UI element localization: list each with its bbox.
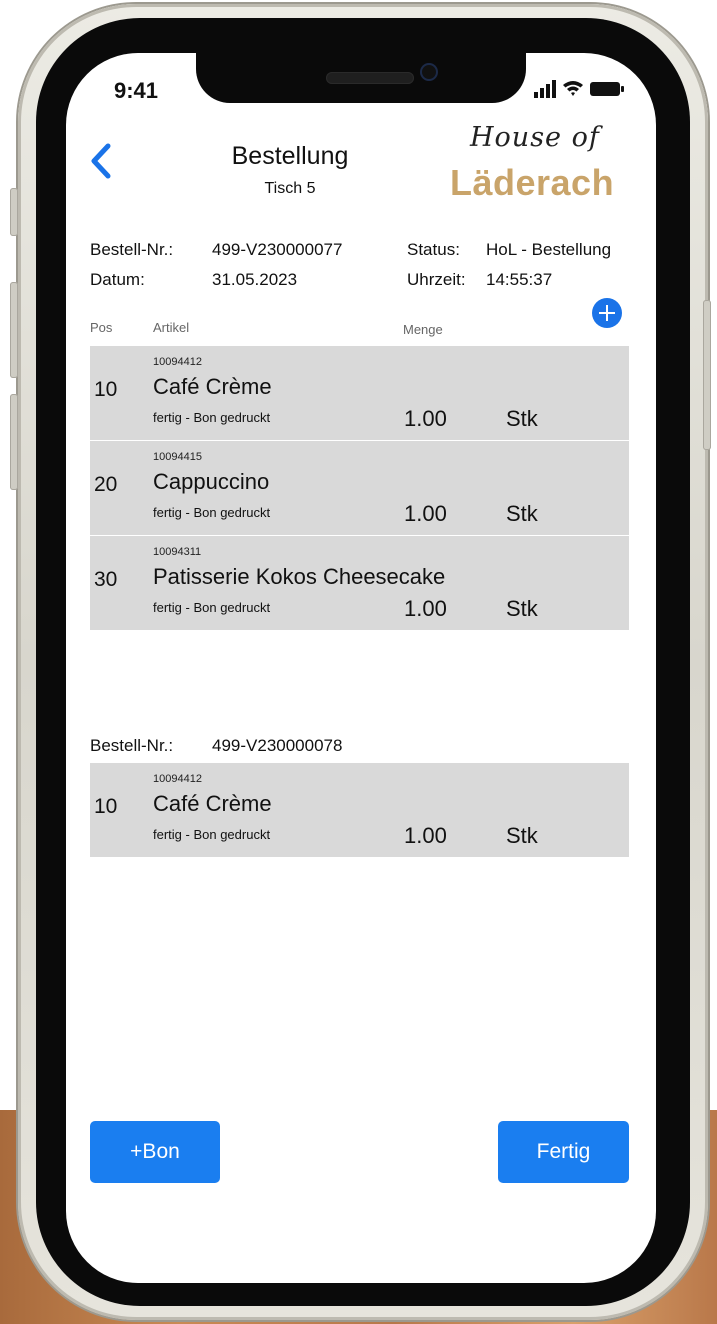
- signal-icon: [534, 80, 556, 98]
- item-quantity: 1.00: [404, 501, 447, 526]
- page-subtitle: Tisch 5: [264, 180, 316, 197]
- speaker: [326, 72, 414, 84]
- item-position: 20: [94, 473, 118, 496]
- volume-down-button: [10, 394, 18, 490]
- item-state: fertig - Bon gedruckt: [153, 410, 271, 425]
- back-button[interactable]: [86, 140, 116, 182]
- done-button[interactable]: Fertig: [498, 1121, 629, 1183]
- item-code: 10094412: [153, 356, 202, 368]
- item-unit: Stk: [506, 823, 538, 848]
- time-label: Uhrzeit:: [407, 270, 466, 289]
- logo-line2: Läderach: [450, 162, 615, 203]
- page-title: Bestellung: [231, 142, 349, 170]
- chevron-left-icon: [91, 143, 111, 179]
- item-name: Cappuccino: [153, 469, 270, 494]
- item-quantity: 1.00: [404, 823, 447, 848]
- order-item-row[interactable]: 20 10094415 Cappuccino fertig - Bon gedr…: [90, 441, 629, 535]
- order-number: 499-V230000077: [212, 240, 343, 259]
- status-time: 9:41: [114, 78, 159, 103]
- power-button: [703, 300, 711, 450]
- item-state: fertig - Bon gedruckt: [153, 600, 271, 615]
- item-position: 10: [94, 795, 118, 818]
- column-header-pos: Pos: [90, 320, 113, 335]
- status-value: HoL - Bestellung: [486, 240, 612, 259]
- item-state: fertig - Bon gedruckt: [153, 505, 271, 520]
- item-unit: Stk: [506, 501, 538, 526]
- item-state: fertig - Bon gedruckt: [153, 827, 271, 842]
- front-camera: [420, 63, 438, 81]
- item-name: Café Crème: [153, 791, 272, 816]
- item-name: Patisserie Kokos Cheesecake: [153, 564, 446, 589]
- status-icons: [534, 80, 624, 98]
- order2-number: 499-V230000078: [212, 736, 343, 755]
- item-code: 10094311: [153, 546, 202, 558]
- wifi-icon: [563, 81, 583, 96]
- item-unit: Stk: [506, 596, 538, 621]
- column-header-menge: Menge: [403, 322, 443, 337]
- item-quantity: 1.00: [404, 406, 447, 431]
- item-position: 30: [94, 568, 118, 591]
- time-value: 14:55:37: [486, 270, 553, 289]
- item-code: 10094412: [153, 773, 202, 785]
- order-item-row[interactable]: 10 10094412 Café Crème fertig - Bon gedr…: [90, 346, 629, 440]
- column-header-artikel: Artikel: [153, 320, 190, 335]
- order-item-row[interactable]: 30 10094311 Patisserie Kokos Cheesecake …: [90, 536, 629, 630]
- status-label: Status:: [407, 240, 460, 259]
- add-item-button[interactable]: [592, 298, 622, 328]
- mute-switch: [10, 188, 18, 236]
- date-value: 31.05.2023: [212, 270, 298, 289]
- logo-line1: House of: [470, 122, 600, 153]
- item-name: Café Crème: [153, 374, 272, 399]
- item-quantity: 1.00: [404, 596, 447, 621]
- phone-screen: [66, 53, 656, 1283]
- battery-icon: [590, 82, 624, 96]
- item-code: 10094415: [153, 451, 202, 463]
- add-bon-button[interactable]: +Bon: [90, 1121, 220, 1183]
- date-label: Datum:: [90, 270, 145, 289]
- item-position: 10: [94, 378, 118, 401]
- item-unit: Stk: [506, 406, 538, 431]
- order2-number-label: Bestell-Nr.:: [90, 736, 174, 755]
- volume-up-button: [10, 282, 18, 378]
- order-number-label: Bestell-Nr.:: [90, 240, 174, 259]
- order-item-row[interactable]: 10 10094412 Café Crème fertig - Bon gedr…: [90, 763, 629, 857]
